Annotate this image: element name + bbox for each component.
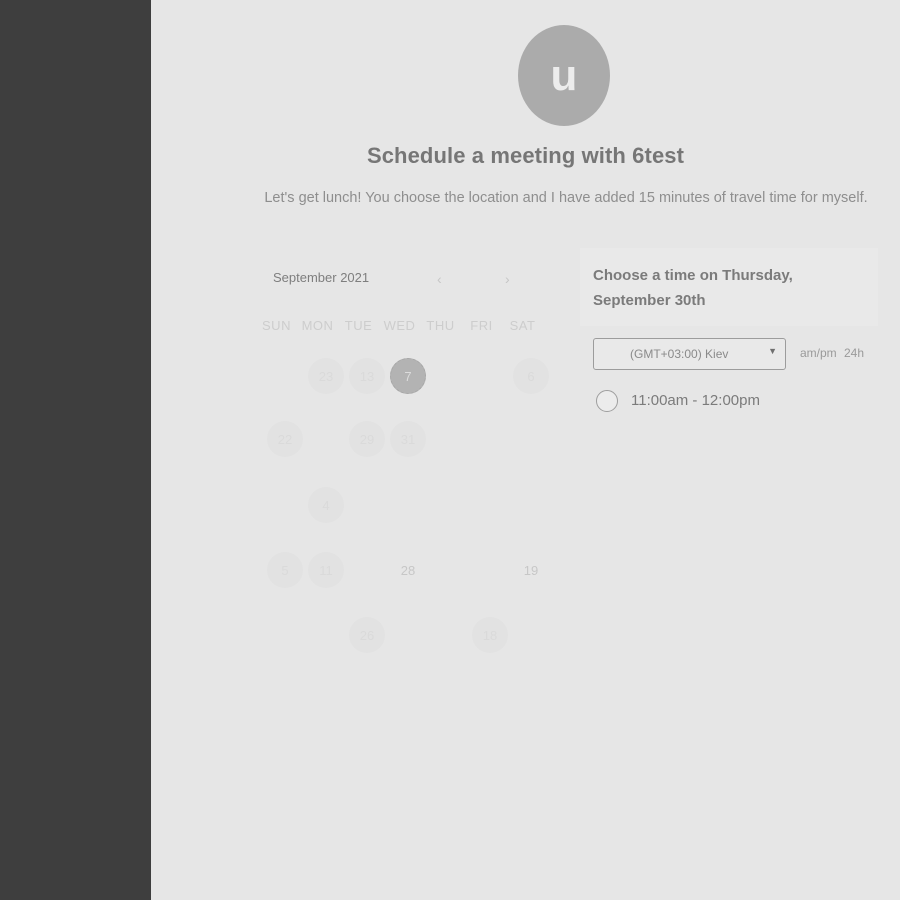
format-24h-toggle[interactable]: 24h xyxy=(844,346,864,360)
calendar-day[interactable]: 13 xyxy=(349,358,385,394)
calendar-day[interactable]: 23 xyxy=(308,358,344,394)
timezone-select[interactable]: (GMT+03:00) Kiev ▼ xyxy=(593,338,786,370)
calendar-day[interactable]: 22 xyxy=(267,421,303,457)
time-slot-label: 11:00am - 12:00pm xyxy=(631,392,760,409)
time-slot[interactable]: 11:00am - 12:00pm xyxy=(596,390,796,414)
calendar-day[interactable]: 28 xyxy=(390,552,426,588)
time-panel-header: Choose a time on Thursday, September 30t… xyxy=(580,248,878,326)
weekday-fri: FRI xyxy=(470,318,493,333)
event-description: Let's get lunch! You choose the location… xyxy=(264,190,868,206)
time-panel-title: Choose a time on Thursday, September 30t… xyxy=(593,267,793,309)
calendar-day[interactable]: 26 xyxy=(349,617,385,653)
caret-down-icon: ▼ xyxy=(768,346,777,356)
page-title: Schedule a meeting with 6test xyxy=(366,143,685,168)
calendar-month-label: September 2021 xyxy=(273,270,370,285)
weekday-header: SUN MON TUE WED THU FRI SAT xyxy=(256,318,546,334)
calendar-day[interactable]: 4 xyxy=(308,487,344,523)
scheduler-main: u Schedule a meeting with 6test Let's ge… xyxy=(151,0,900,900)
weekday-sat: SAT xyxy=(509,318,536,333)
weekday-mon: MON xyxy=(301,318,334,333)
calendar-day-selected[interactable]: 7 xyxy=(390,358,426,394)
calendar-day[interactable]: 29 xyxy=(349,421,385,457)
weekday-sun: SUN xyxy=(262,318,291,333)
sidebar xyxy=(0,0,151,900)
calendar: September 2021 ‹ › SUN MON TUE WED THU F… xyxy=(256,248,549,678)
time-slot-radio[interactable] xyxy=(596,390,618,412)
timezone-value: (GMT+03:00) Kiev xyxy=(630,347,729,361)
calendar-day[interactable]: 6 xyxy=(513,358,549,394)
weekday-tue: TUE xyxy=(344,318,373,333)
calendar-day[interactable]: 31 xyxy=(390,421,426,457)
host-avatar: u xyxy=(518,25,610,126)
calendar-day[interactable]: 19 xyxy=(513,552,549,588)
calendar-day[interactable]: 5 xyxy=(267,552,303,588)
calendar-day[interactable]: 11 xyxy=(308,552,344,588)
chevron-left-icon[interactable]: ‹ xyxy=(437,271,442,287)
weekday-thu: THU xyxy=(426,318,455,333)
chevron-right-icon[interactable]: › xyxy=(505,271,510,287)
calendar-day[interactable]: 18 xyxy=(472,617,508,653)
weekday-wed: WED xyxy=(383,318,416,333)
format-ampm-toggle[interactable]: am/pm xyxy=(800,346,837,360)
